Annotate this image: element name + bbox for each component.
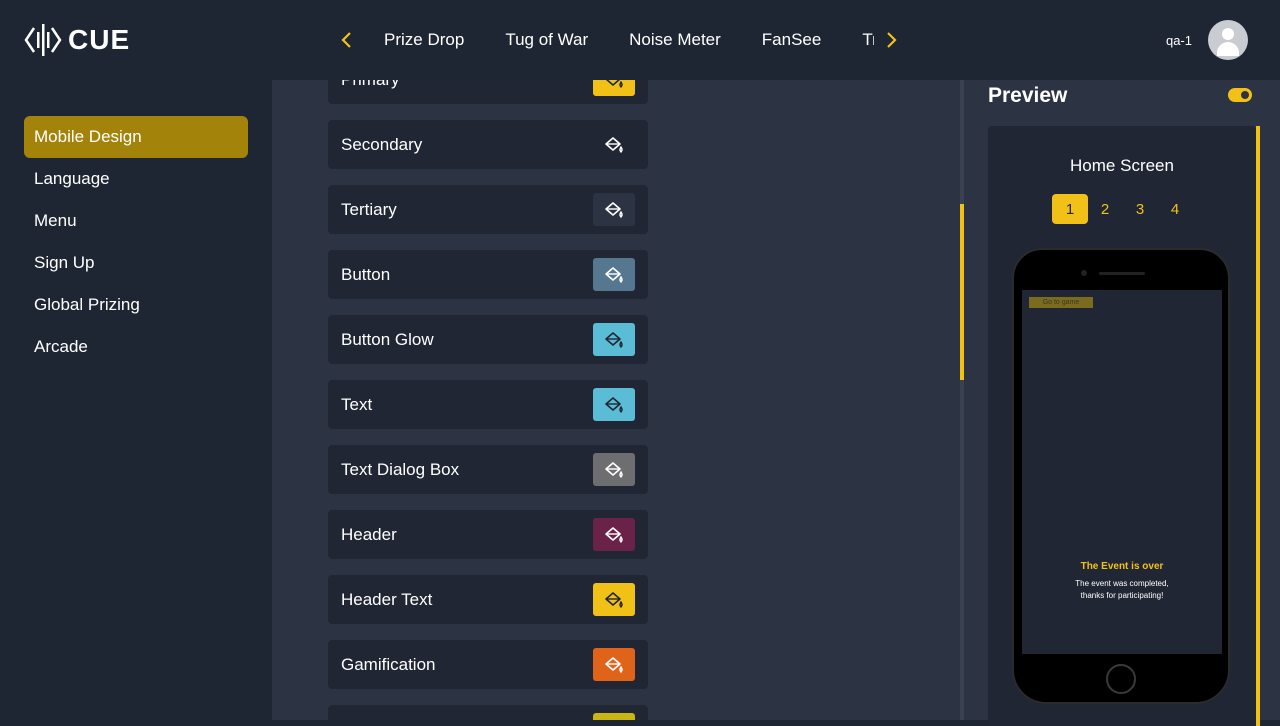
color-label: Header Text bbox=[341, 590, 433, 609]
home-button-icon bbox=[1106, 664, 1136, 694]
sidebar-item-arcade[interactable]: Arcade bbox=[24, 326, 248, 368]
preview-panel: Preview Home Screen 1 2 3 4 Go to game T… bbox=[964, 80, 1280, 726]
color-label: Text bbox=[341, 395, 373, 414]
color-row: Header Text bbox=[328, 575, 648, 624]
preview-card: Home Screen 1 2 3 4 Go to game The Event… bbox=[988, 126, 1256, 726]
color-settings-panel: Primary Secondary Tertiary Button Button Glo… bbox=[272, 80, 960, 720]
color-swatch-button[interactable] bbox=[593, 453, 635, 486]
color-swatch-button[interactable] bbox=[593, 648, 635, 681]
paint-bucket-icon bbox=[603, 330, 625, 350]
avatar-icon[interactable] bbox=[1208, 20, 1248, 60]
tab-tug-of-war[interactable]: Tug of War bbox=[505, 30, 588, 50]
tab-noise-meter[interactable]: Noise Meter bbox=[629, 30, 721, 50]
page-button-4[interactable]: 4 bbox=[1157, 194, 1193, 224]
sidebar-item-menu[interactable]: Menu bbox=[24, 200, 248, 242]
color-row: Tertiary bbox=[328, 185, 648, 234]
go-to-game-button[interactable]: Go to game bbox=[1029, 297, 1093, 308]
color-row: Secondary bbox=[328, 120, 648, 169]
sidebar-item-language[interactable]: Language bbox=[24, 158, 248, 200]
phone-screen: Go to game The Event is over The event w… bbox=[1022, 290, 1222, 654]
top-bar: CUE Prize Drop Tug of War Noise Meter Fa… bbox=[0, 0, 1280, 80]
color-row: Primary bbox=[328, 80, 648, 104]
username: qa-1 bbox=[1165, 32, 1192, 48]
color-swatch-button[interactable] bbox=[593, 713, 635, 720]
preview-scrollbar[interactable] bbox=[1256, 126, 1260, 726]
color-label: Button bbox=[341, 265, 391, 284]
game-tabs-nav: Prize Drop Tug of War Noise Meter FanSee… bbox=[332, 22, 922, 58]
chevron-right-icon[interactable] bbox=[878, 22, 906, 58]
color-swatch-button[interactable] bbox=[593, 193, 635, 226]
event-text-line-2: thanks for participating! bbox=[1080, 591, 1164, 600]
color-label: Button Glow bbox=[341, 330, 434, 349]
color-swatch-button[interactable] bbox=[593, 583, 635, 616]
user-menu[interactable]: qa-1 bbox=[1166, 20, 1248, 60]
sidebar-item-global-prizing[interactable]: Global Prizing bbox=[24, 284, 248, 326]
sidebar: Mobile Design Language Menu Sign Up Glob… bbox=[0, 80, 272, 720]
paint-bucket-icon bbox=[603, 460, 625, 480]
paint-bucket-icon bbox=[603, 265, 625, 285]
color-row: Button bbox=[328, 250, 648, 299]
color-row: Button Glow bbox=[328, 315, 648, 364]
speaker-icon bbox=[1099, 272, 1145, 275]
sidebar-item-mobile-design[interactable]: Mobile Design bbox=[24, 116, 248, 158]
tab-prize-drop[interactable]: Prize Drop bbox=[384, 30, 464, 50]
page-button-2[interactable]: 2 bbox=[1087, 194, 1123, 224]
page-button-3[interactable]: 3 bbox=[1122, 194, 1158, 224]
tab-fansee[interactable]: FanSee bbox=[762, 30, 822, 50]
color-label: Secondary bbox=[341, 135, 423, 154]
paint-bucket-icon bbox=[603, 135, 625, 155]
color-swatch-button[interactable] bbox=[593, 323, 635, 356]
logo[interactable]: CUE bbox=[24, 22, 130, 58]
paint-bucket-icon bbox=[603, 590, 625, 610]
screen-pager: 1 2 3 4 bbox=[1052, 194, 1192, 224]
chevron-left-icon[interactable] bbox=[332, 22, 360, 58]
preview-toggle[interactable] bbox=[1228, 88, 1252, 102]
event-title: The Event is over bbox=[1080, 561, 1164, 572]
color-row: Text bbox=[328, 380, 648, 429]
event-text: The event was completed, thanks for part… bbox=[1022, 578, 1222, 602]
color-swatch-button[interactable] bbox=[593, 258, 635, 291]
color-swatch-button[interactable] bbox=[593, 518, 635, 551]
color-label: Gamification bbox=[341, 655, 436, 674]
color-swatch-button[interactable] bbox=[593, 80, 635, 96]
logo-icon bbox=[24, 24, 62, 56]
color-row: Gamification bbox=[328, 640, 648, 689]
page-button-1[interactable]: 1 bbox=[1052, 194, 1088, 224]
color-swatch-button[interactable] bbox=[593, 128, 635, 161]
color-row: Text Dialog Box bbox=[328, 445, 648, 494]
color-row bbox=[328, 705, 648, 720]
screen-name: Home Screen bbox=[1070, 156, 1174, 175]
game-tabs: Prize Drop Tug of War Noise Meter FanSee… bbox=[364, 30, 874, 50]
color-label: Text Dialog Box bbox=[341, 460, 460, 479]
color-label: Primary bbox=[341, 80, 400, 104]
color-row: Header bbox=[328, 510, 648, 559]
event-text-line-1: The event was completed, bbox=[1075, 579, 1169, 588]
preview-title: Preview bbox=[988, 84, 1068, 107]
color-label: Tertiary bbox=[341, 200, 397, 219]
paint-bucket-icon bbox=[603, 395, 625, 415]
color-label: Header bbox=[341, 525, 397, 544]
logo-text: CUE bbox=[68, 24, 131, 55]
paint-bucket-icon bbox=[603, 525, 625, 545]
paint-bucket-icon bbox=[603, 200, 625, 220]
sidebar-item-sign-up[interactable]: Sign Up bbox=[24, 242, 248, 284]
phone-mockup: Go to game The Event is over The event w… bbox=[1012, 248, 1230, 704]
camera-icon bbox=[1081, 270, 1087, 276]
paint-bucket-icon bbox=[603, 80, 625, 90]
color-swatch-button[interactable] bbox=[593, 388, 635, 421]
paint-bucket-icon bbox=[603, 655, 625, 675]
tab-trivia[interactable]: Trivia bbox=[862, 30, 874, 50]
